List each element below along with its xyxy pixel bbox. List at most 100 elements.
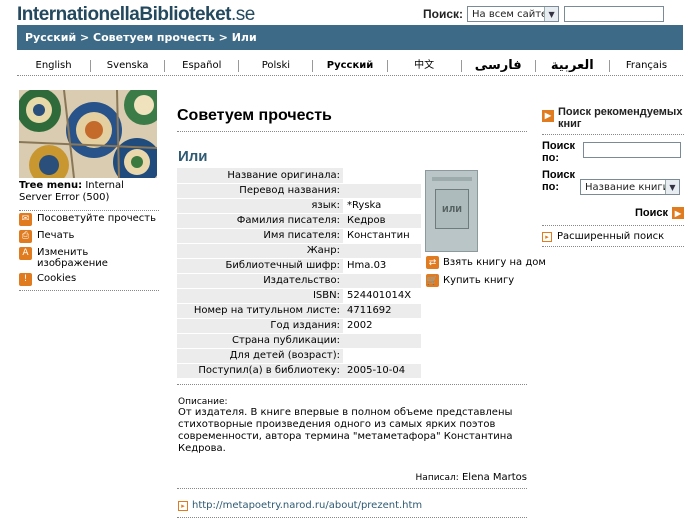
left-sidebar: Tree menu: Internal Server Error (500) ✉…	[19, 180, 159, 291]
field-value: Константин	[343, 228, 421, 244]
table-row: Год издания: 2002	[177, 318, 421, 334]
envelope-icon: ✉	[19, 213, 32, 226]
field-value: *Ryska	[343, 198, 421, 214]
lang-chinese[interactable]: 中文	[386, 59, 461, 72]
left-menu-change-view-label: Изменить изображение	[37, 247, 108, 269]
logo-part3: .se	[230, 4, 255, 25]
table-row: язык: *Ryska	[177, 198, 421, 214]
field-label: язык:	[177, 198, 343, 214]
field-label: Фамилия писателя:	[177, 213, 343, 229]
buy-book-label: Купить книгу	[443, 275, 515, 286]
lang-arabic[interactable]: العربية	[534, 59, 609, 72]
breadcrumb-separator: >	[214, 31, 232, 44]
review-author: Написал: Elena Martos	[416, 472, 527, 483]
field-label: Название оригинала:	[177, 168, 343, 184]
mosaic-image	[19, 90, 157, 178]
left-menu-print[interactable]: ⎙ Печать	[19, 228, 159, 245]
field-value	[343, 348, 421, 364]
lang-english[interactable]: English	[17, 60, 90, 72]
recommended-search-button[interactable]: Поиск ▶	[542, 207, 684, 219]
table-row: Имя писателя: Константин	[177, 228, 421, 244]
cover-strip	[432, 177, 472, 181]
recommended-search-label: Поиск по:	[542, 140, 576, 164]
divider	[542, 134, 684, 135]
field-value	[343, 243, 421, 259]
chevron-down-icon: ▼	[544, 7, 559, 21]
logo-part2: Biblioteket	[139, 4, 231, 25]
field-value: 2005-10-04	[343, 363, 421, 379]
field-label: Библиотечный шифр:	[177, 258, 343, 274]
review-author-name: Elena Martos	[461, 472, 527, 483]
site-search-input[interactable]	[564, 6, 665, 22]
recommended-search-by-select[interactable]: Название книги ▼	[580, 179, 680, 195]
field-value: Hma.03	[343, 258, 421, 274]
recommended-search-row: Поиск по:	[542, 140, 684, 164]
field-label: Жанр:	[177, 243, 343, 259]
lang-polish[interactable]: Polski	[238, 59, 312, 72]
buy-book-link[interactable]: 🛒 Купить книгу	[426, 274, 514, 287]
left-menu-change-view[interactable]: A Изменить изображение	[19, 245, 159, 271]
lang-russian[interactable]: Русский	[312, 59, 386, 72]
review-author-label: Написал:	[415, 473, 459, 483]
field-label: Номер на титульном листе:	[177, 303, 343, 319]
lang-spanish[interactable]: Español	[164, 59, 238, 72]
borrow-book-label: Взять книгу на дом	[443, 257, 546, 268]
left-menu-recommend[interactable]: ✉ Посоветуйте прочесть	[19, 211, 159, 228]
left-menu-cookies[interactable]: ! Cookies	[19, 271, 159, 288]
external-link-text: http://metapoetry.narod.ru/about/prezent…	[192, 500, 423, 511]
tree-menu-label: Tree menu:	[19, 180, 83, 191]
page-title: Советуем прочесть	[177, 107, 332, 124]
tree-menu: Tree menu: Internal Server Error (500)	[19, 180, 159, 204]
field-value	[343, 183, 421, 199]
breadcrumb: Русский > Советуем прочесть > Или	[17, 25, 683, 50]
logo-part1: Internationella	[17, 4, 140, 25]
borrow-book-link[interactable]: ⇄ Взять книгу на дом	[426, 256, 546, 269]
book-cover-image[interactable]: ИЛИ	[425, 170, 478, 252]
breadcrumb-item-recommended[interactable]: Советуем прочесть	[93, 31, 215, 44]
field-value: 2002	[343, 318, 421, 334]
left-menu: ✉ Посоветуйте прочесть ⎙ Печать A Измени…	[19, 210, 159, 291]
recommended-search-input[interactable]	[583, 142, 681, 158]
description-label: Описание:	[178, 397, 228, 407]
site-logo[interactable]: InternationellaBiblioteket.se	[17, 4, 255, 26]
field-label: Страна публикации:	[177, 333, 343, 349]
divider	[19, 290, 159, 291]
site-search-scope-value: На всем сайте	[472, 8, 548, 20]
field-label: Поступил(а) в библиотеку:	[177, 363, 343, 379]
lang-persian[interactable]: فارسی	[460, 59, 535, 72]
lang-french[interactable]: Français	[608, 59, 683, 72]
arrow-right-icon: ▶	[672, 207, 684, 219]
field-value	[343, 273, 421, 289]
lang-swedish[interactable]: Svenska	[90, 59, 164, 72]
advanced-search-link[interactable]: ▸ Расширенный поиск	[542, 225, 684, 242]
divider	[542, 246, 684, 247]
divider	[177, 488, 527, 489]
table-row: Для детей (возраст):	[177, 348, 421, 364]
cover-title: ИЛИ	[435, 189, 469, 229]
cart-icon: 🛒	[426, 274, 439, 287]
table-row: Перевод названия:	[177, 183, 421, 199]
arrow-right-icon: ▶	[542, 110, 554, 122]
recommended-search-title: ▶ Поиск рекомендуемых книг	[542, 106, 684, 130]
table-row: Название оригинала:	[177, 168, 421, 184]
description-text: От издателя. В книге впервые в полном об…	[178, 407, 513, 454]
table-row: Издательство:	[177, 273, 421, 289]
breadcrumb-item-russian[interactable]: Русский	[25, 31, 76, 44]
language-bar: English Svenska Español Polski Русский 中…	[17, 56, 683, 76]
recommended-search-title-text: Поиск рекомендуемых книг	[558, 106, 683, 130]
arrow-right-icon: ▸	[178, 500, 188, 511]
table-row: Фамилия писателя: Кедров	[177, 213, 421, 229]
info-icon: !	[19, 273, 32, 286]
divider	[177, 384, 527, 385]
site-search-scope-select[interactable]: На всем сайте ▼	[467, 6, 560, 22]
field-label: Год издания:	[177, 318, 343, 334]
text-size-icon: A	[19, 247, 32, 260]
field-label: Перевод названия:	[177, 183, 343, 199]
book-details-table: Название оригинала: Перевод названия: яз…	[177, 168, 421, 379]
external-link[interactable]: ▸ http://metapoetry.narod.ru/about/preze…	[178, 500, 422, 511]
recommended-search-by-row: Поиск по: Название книги ▼	[542, 169, 684, 195]
field-label: ISBN:	[177, 288, 343, 304]
breadcrumb-separator: >	[76, 31, 94, 44]
table-row: Страна публикации:	[177, 333, 421, 349]
table-row: Жанр:	[177, 243, 421, 259]
